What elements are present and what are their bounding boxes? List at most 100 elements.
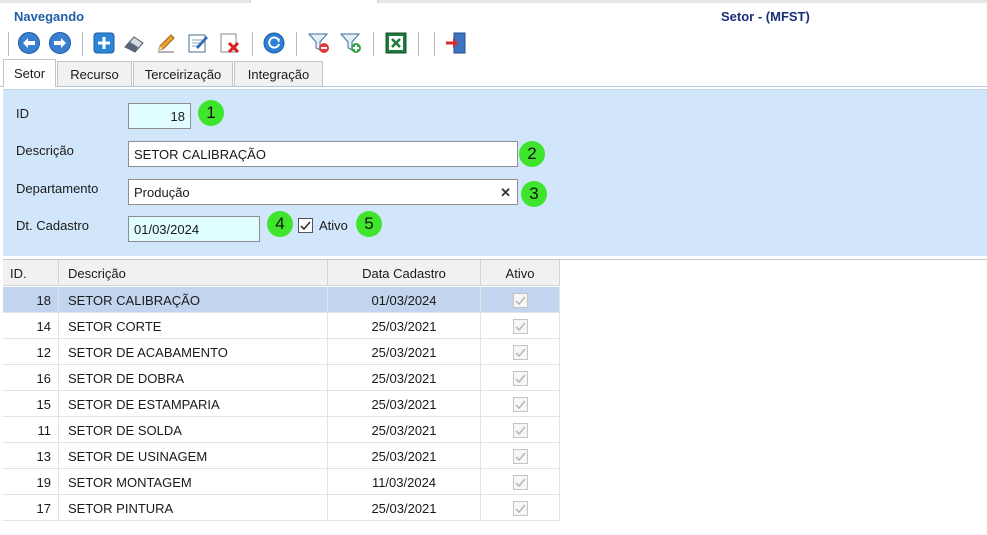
tab-bar: Setor Recurso Terceirização Integração (0, 59, 987, 87)
ativo-cell-checkbox[interactable] (512, 448, 528, 464)
descricao-field[interactable]: SETOR CALIBRAÇÃO (128, 141, 518, 167)
table-row[interactable]: 18 SETOR CALIBRAÇÃO 01/03/2024 (3, 287, 560, 313)
check-icon (514, 477, 526, 487)
ativo-cell-checkbox[interactable] (512, 422, 528, 438)
table-row[interactable]: 11 SETOR DE SOLDA 25/03/2021 (3, 417, 560, 443)
screen-title: Setor - (MFST) (721, 9, 810, 24)
clear-button[interactable] (121, 30, 147, 56)
cell-data-cadastro: 25/03/2021 (328, 391, 481, 417)
ativo-cell-checkbox[interactable] (512, 344, 528, 360)
cell-ativo (481, 443, 560, 469)
filter-add-icon (339, 33, 361, 53)
delete-icon (220, 33, 240, 54)
cell-descricao: SETOR DE USINAGEM (59, 443, 328, 469)
cell-data-cadastro: 25/03/2021 (328, 495, 481, 521)
arrow-right-icon (49, 32, 71, 54)
column-header-id[interactable]: ID. (3, 260, 59, 286)
toolbar-separator (434, 32, 435, 56)
ativo-cell-checkbox[interactable] (512, 500, 528, 516)
cell-id: 11 (3, 417, 59, 443)
cell-ativo (481, 287, 560, 313)
toolbar-separator (82, 32, 83, 56)
clear-x-icon[interactable]: ✕ (500, 185, 511, 201)
cell-data-cadastro: 25/03/2021 (328, 339, 481, 365)
check-icon (514, 295, 526, 305)
annotation-badge-2: 2 (519, 141, 545, 167)
ativo-cell-checkbox[interactable] (512, 370, 528, 386)
check-icon (514, 503, 526, 513)
cell-descricao: SETOR CORTE (59, 313, 328, 339)
tab-terceirizacao[interactable]: Terceirização (133, 61, 233, 86)
pencil-icon (158, 34, 175, 53)
grid-header: ID. Descrição Data Cadastro Ativo (3, 260, 560, 286)
annotation-badge-5: 5 (356, 211, 382, 237)
next-button[interactable] (47, 30, 73, 56)
annotation-badge-4: 4 (267, 211, 293, 237)
table-row[interactable]: 16 SETOR DE DOBRA 25/03/2021 (3, 365, 560, 391)
cell-descricao: SETOR MONTAGEM (59, 469, 328, 495)
cell-ativo (481, 365, 560, 391)
header: Navegando Setor - (MFST) (0, 3, 987, 29)
cell-id: 14 (3, 313, 59, 339)
dtcadastro-field[interactable]: 01/03/2024 (128, 216, 260, 242)
cell-descricao: SETOR PINTURA (59, 495, 328, 521)
refresh-button[interactable] (261, 30, 287, 56)
ativo-cell-checkbox[interactable] (512, 474, 528, 490)
remove-filter-button[interactable] (306, 30, 332, 56)
cell-id: 16 (3, 365, 59, 391)
table-row[interactable]: 15 SETOR DE ESTAMPARIA 25/03/2021 (3, 391, 560, 417)
check-icon (514, 451, 526, 461)
ativo-cell-checkbox[interactable] (512, 318, 528, 334)
ativo-checkbox[interactable] (298, 218, 313, 233)
previous-button[interactable] (16, 30, 42, 56)
cell-descricao: SETOR DE ACABAMENTO (59, 339, 328, 365)
tab-recurso[interactable]: Recurso (57, 61, 132, 86)
annotation-badge-3: 3 (521, 181, 547, 207)
table-row[interactable]: 19 SETOR MONTAGEM 11/03/2024 (3, 469, 560, 495)
save-button[interactable] (185, 30, 211, 56)
form-panel: ID 18 1 Descrição SETOR CALIBRAÇÃO 2 Dep… (3, 89, 987, 256)
export-excel-button[interactable] (383, 30, 409, 56)
cell-descricao: SETOR DE SOLDA (59, 417, 328, 443)
eraser-icon (124, 36, 144, 53)
status-text: Navegando (14, 9, 85, 24)
delete-button[interactable] (217, 30, 243, 56)
dtcadastro-label: Dt. Cadastro (16, 218, 89, 233)
id-field[interactable]: 18 (128, 103, 191, 129)
exit-button[interactable] (443, 30, 469, 56)
dtcadastro-value: 01/03/2024 (134, 221, 200, 237)
table-row[interactable]: 14 SETOR CORTE 25/03/2021 (3, 313, 560, 339)
add-filter-button[interactable] (338, 30, 364, 56)
cell-id: 19 (3, 469, 59, 495)
tab-integracao[interactable]: Integração (234, 61, 323, 86)
column-header-data-cadastro[interactable]: Data Cadastro (328, 260, 481, 286)
cell-id: 12 (3, 339, 59, 365)
cell-data-cadastro: 25/03/2021 (328, 365, 481, 391)
records-grid: ID. Descrição Data Cadastro Ativo 18 SETO… (3, 259, 987, 535)
tab-setor[interactable]: Setor (3, 59, 56, 87)
cell-id: 15 (3, 391, 59, 417)
check-icon (300, 221, 311, 231)
check-icon (514, 399, 526, 409)
new-button[interactable] (91, 30, 117, 56)
cell-ativo (481, 313, 560, 339)
table-row[interactable]: 13 SETOR DE USINAGEM 25/03/2021 (3, 443, 560, 469)
edit-button[interactable] (153, 30, 179, 56)
filter-remove-icon (307, 33, 329, 53)
column-header-ativo[interactable]: Ativo (481, 260, 560, 286)
cell-data-cadastro: 25/03/2021 (328, 417, 481, 443)
column-header-descricao[interactable]: Descrição (59, 260, 328, 286)
descricao-value: SETOR CALIBRAÇÃO (134, 146, 266, 162)
ativo-cell-checkbox[interactable] (512, 396, 528, 412)
table-row[interactable]: 17 SETOR PINTURA 25/03/2021 (3, 495, 560, 521)
cell-id: 13 (3, 443, 59, 469)
toolbar (0, 29, 987, 59)
departamento-select[interactable]: Produção ✕ (128, 179, 518, 205)
id-label: ID (16, 106, 29, 121)
check-icon (514, 321, 526, 331)
annotation-badge-1: 1 (198, 100, 224, 126)
cell-ativo (481, 495, 560, 521)
cell-id: 17 (3, 495, 59, 521)
table-row[interactable]: 12 SETOR DE ACABAMENTO 25/03/2021 (3, 339, 560, 365)
ativo-cell-checkbox[interactable] (512, 292, 528, 308)
